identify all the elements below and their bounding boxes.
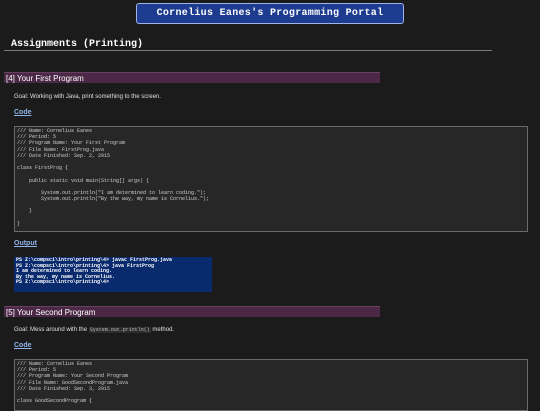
code-link-assignment-5[interactable]: Code bbox=[14, 342, 32, 349]
page-heading: Assignments (Printing) bbox=[11, 39, 144, 50]
output-link-assignment-4[interactable]: Output bbox=[14, 240, 37, 247]
code-block-assignment-4: /// Name: Cornelius Eanes /// Period: 5 … bbox=[14, 126, 528, 232]
code-line: class GoodSecondProgram { bbox=[17, 398, 93, 405]
portal-title-banner: Cornelius Eanes's Programming Portal bbox=[136, 3, 404, 24]
goal-text-assignment-4: Goal: Working with Java, print something… bbox=[14, 94, 161, 100]
goal-suffix: method. bbox=[152, 327, 175, 333]
goal-text-assignment-5: Goal: Mess around with the System.out.pr… bbox=[14, 326, 174, 334]
heading-divider bbox=[4, 50, 492, 51]
terminal-output-screenshot: PS Z:\compsci\intro\printing\4> javac Fi… bbox=[14, 257, 212, 292]
section-title-assignment-4: [4] Your First Program bbox=[4, 72, 380, 83]
code-block-assignment-5: /// Name: Cornelius Eanes /// Period: 5 … bbox=[14, 359, 528, 411]
code-line: } bbox=[17, 220, 21, 227]
section-title-assignment-5: [5] Your Second Program bbox=[4, 306, 380, 317]
goal-prefix: Goal: Mess around with the bbox=[14, 327, 88, 333]
goal-inline-code: System.out.println() bbox=[88, 327, 151, 333]
terminal-line: PS Z:\compsci\intro\printing\4> bbox=[16, 279, 110, 286]
code-link-assignment-4[interactable]: Code bbox=[14, 109, 32, 116]
